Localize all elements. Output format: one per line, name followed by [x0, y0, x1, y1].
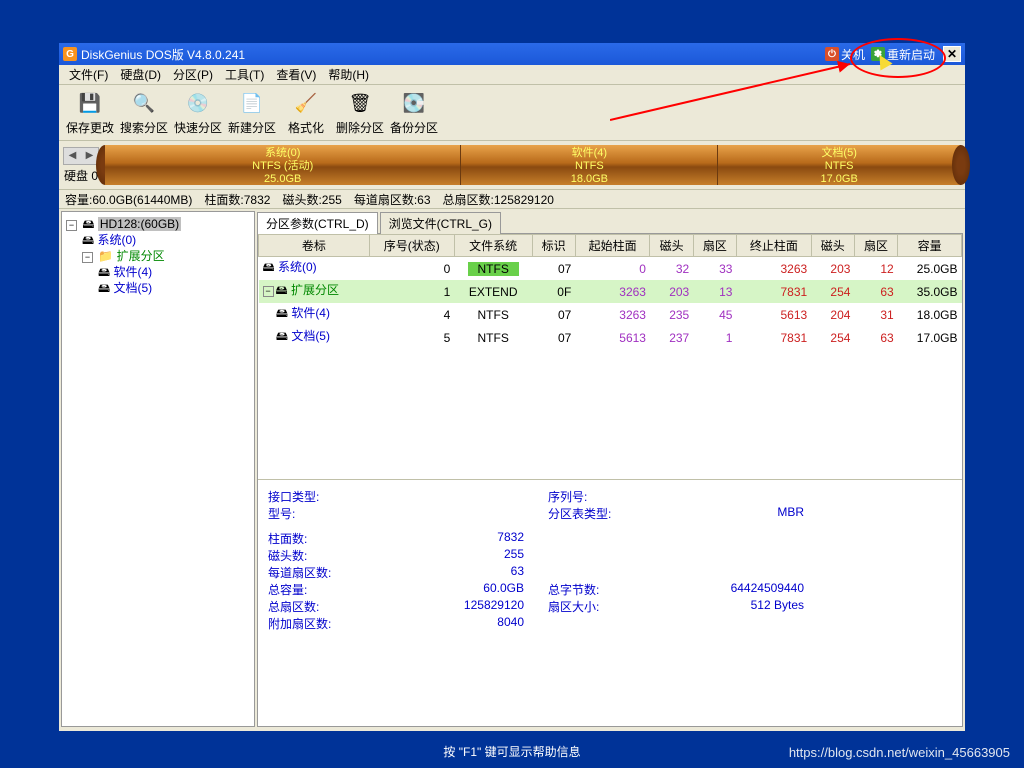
column-header[interactable]: 文件系统	[454, 235, 532, 257]
shutdown-button[interactable]: ⏻ 关机	[825, 46, 865, 63]
tree-item-extended[interactable]: − 📁 扩展分区	[66, 248, 250, 264]
toolbar: 💾保存更改🔍搜索分区💿快速分区📄新建分区🧹格式化🗑删除分区💽备份分区	[59, 85, 965, 141]
menu-bar: 文件(F)硬盘(D)分区(P)工具(T)查看(V)帮助(H)	[59, 65, 965, 85]
volume-icon: 🖴	[276, 329, 288, 343]
disk-label: 硬盘 0	[63, 167, 99, 184]
menu-item[interactable]: 查看(V)	[270, 64, 322, 85]
backup-button[interactable]: 💽备份分区	[387, 89, 441, 136]
save-button[interactable]: 💾保存更改	[63, 89, 117, 136]
disk-icon: 🖴	[82, 217, 94, 231]
volume-icon: 🖴	[276, 306, 288, 320]
search-icon: 🔍	[130, 89, 158, 117]
detail-panel: 卷标序号(状态)文件系统标识起始柱面磁头扇区终止柱面磁头扇区容量 🖴 系统(0)…	[257, 233, 963, 727]
quick-button[interactable]: 💿快速分区	[171, 89, 225, 136]
disk-info-line: 容量:60.0GB(61440MB) 柱面数:7832 磁头数:255 每道扇区…	[59, 189, 965, 209]
volume-icon: 🖴	[276, 283, 288, 297]
menu-item[interactable]: 硬盘(D)	[114, 64, 167, 85]
column-header[interactable]: 磁头	[811, 235, 854, 257]
app-icon: G	[63, 47, 77, 61]
folder-icon: 📁	[98, 249, 113, 263]
disk-part[interactable]: 软件(4)NTFS18.0GB	[461, 145, 718, 185]
table-row[interactable]: 🖴 软件(4)4NTFS0732632354556132043118.0GB	[259, 303, 962, 326]
partition-table: 卷标序号(状态)文件系统标识起始柱面磁头扇区终止柱面磁头扇区容量 🖴 系统(0)…	[258, 234, 962, 349]
format-icon: 🧹	[292, 89, 320, 117]
save-icon: 💾	[76, 89, 104, 117]
disk-part[interactable]: 系统(0)NTFS (活动)25.0GB	[105, 145, 461, 185]
prev-disk-button[interactable]: ◀	[64, 148, 81, 164]
table-row[interactable]: −🖴 扩展分区1EXTEND0F32632031378312546335.0GB	[259, 280, 962, 303]
tree-item-docs[interactable]: 🖴 文档(5)	[66, 280, 250, 296]
disk-part[interactable]: 文档(5)NTFS17.0GB	[718, 145, 961, 185]
watermark: https://blog.csdn.net/weixin_45663905	[789, 745, 1010, 760]
backup-icon: 💽	[400, 89, 428, 117]
delete-icon: 🗑	[346, 89, 374, 117]
volume-icon: 🖴	[82, 233, 94, 247]
column-header[interactable]: 终止柱面	[736, 235, 811, 257]
quick-icon: 💿	[184, 89, 212, 117]
disk-nav: ◀ ▶ 硬盘 0	[63, 147, 99, 184]
collapse-icon[interactable]: −	[263, 286, 274, 297]
close-button[interactable]: ✕	[943, 46, 961, 62]
column-header[interactable]: 磁头	[650, 235, 693, 257]
volume-icon: 🖴	[263, 260, 275, 274]
disk-visual-bar: ◀ ▶ 硬盘 0 系统(0)NTFS (活动)25.0GB软件(4)NTFS18…	[59, 141, 965, 189]
menu-item[interactable]: 工具(T)	[219, 64, 270, 85]
disk-detail: 接口类型: 序列号: 型号: 分区表类型:MBR 柱面数:7832 磁头数:25…	[258, 479, 962, 640]
restart-button[interactable]: ✽ 重新启动	[871, 46, 935, 63]
collapse-icon[interactable]: −	[82, 252, 93, 263]
tab-partition-params[interactable]: 分区参数(CTRL_D)	[257, 212, 378, 234]
tree-item-system[interactable]: 🖴 系统(0)	[66, 232, 250, 248]
delete-button[interactable]: 🗑删除分区	[333, 89, 387, 136]
collapse-icon[interactable]: −	[66, 220, 77, 231]
new-icon: 📄	[238, 89, 266, 117]
search-button[interactable]: 🔍搜索分区	[117, 89, 171, 136]
partition-tree[interactable]: − 🖴 HD128:(60GB) 🖴 系统(0) − 📁 扩展分区 🖴 软件(4…	[61, 211, 255, 727]
column-header[interactable]: 扇区	[693, 235, 736, 257]
table-row[interactable]: 🖴 系统(0)0NTFS070323332632031225.0GB	[259, 257, 962, 281]
column-header[interactable]: 卷标	[259, 235, 370, 257]
column-header[interactable]: 序号(状态)	[369, 235, 454, 257]
main-window: G DiskGenius DOS版 V4.8.0.241 ⏻ 关机 ✽ 重新启动…	[58, 42, 966, 732]
column-header[interactable]: 容量	[898, 235, 962, 257]
table-row[interactable]: 🖴 文档(5)5NTFS075613237178312546317.0GB	[259, 326, 962, 349]
detail-tabs: 分区参数(CTRL_D) 浏览文件(CTRL_G)	[257, 211, 963, 233]
column-header[interactable]: 起始柱面	[575, 235, 650, 257]
menu-item[interactable]: 分区(P)	[167, 64, 219, 85]
new-button[interactable]: 📄新建分区	[225, 89, 279, 136]
tree-item-software[interactable]: 🖴 软件(4)	[66, 264, 250, 280]
title-bar: G DiskGenius DOS版 V4.8.0.241 ⏻ 关机 ✽ 重新启动…	[59, 43, 965, 65]
restart-icon: ✽	[871, 47, 885, 61]
volume-icon: 🖴	[98, 265, 110, 279]
app-title: DiskGenius DOS版 V4.8.0.241	[81, 46, 245, 63]
tree-root[interactable]: − 🖴 HD128:(60GB)	[66, 216, 250, 232]
menu-item[interactable]: 文件(F)	[63, 64, 114, 85]
volume-icon: 🖴	[98, 281, 110, 295]
power-icon: ⏻	[825, 47, 839, 61]
format-button[interactable]: 🧹格式化	[279, 89, 333, 136]
tab-browse-files[interactable]: 浏览文件(CTRL_G)	[380, 212, 501, 234]
column-header[interactable]: 标识	[532, 235, 575, 257]
menu-item[interactable]: 帮助(H)	[322, 64, 375, 85]
column-header[interactable]: 扇区	[854, 235, 897, 257]
